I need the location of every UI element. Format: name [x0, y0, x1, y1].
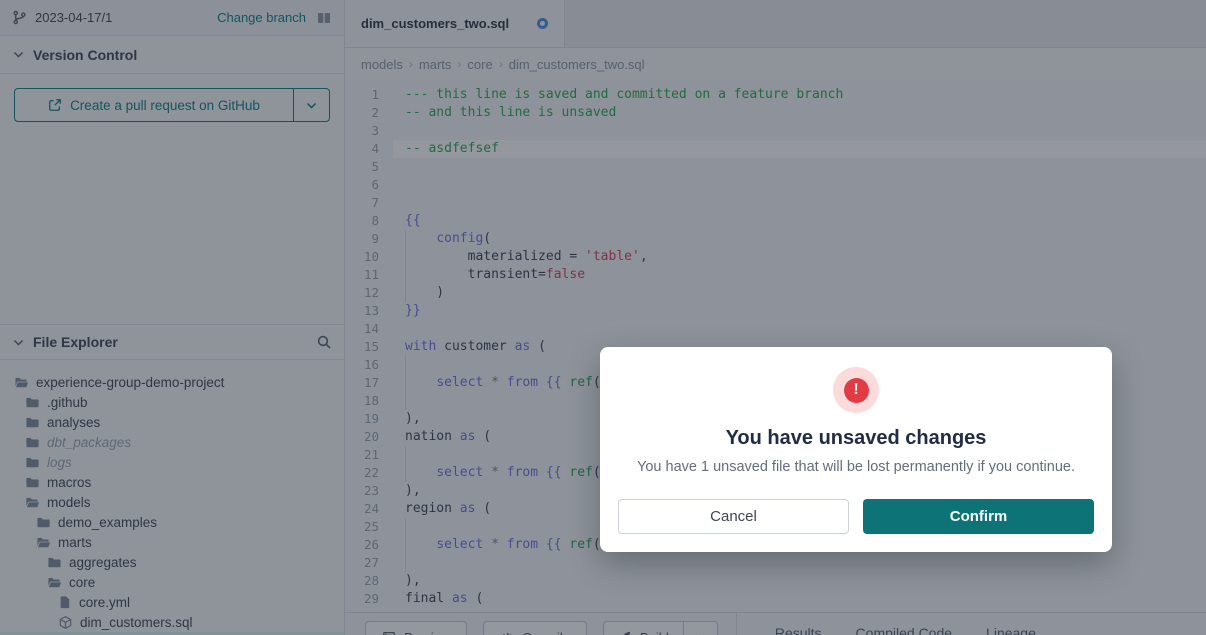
dialog-title: You have unsaved changes [726, 427, 987, 450]
exclamation-icon: ! [844, 378, 869, 403]
confirm-button[interactable]: Confirm [863, 499, 1094, 534]
alert-icon: ! [833, 367, 879, 413]
dialog-body: You have 1 unsaved file that will be los… [637, 459, 1075, 475]
cancel-button[interactable]: Cancel [618, 499, 849, 534]
unsaved-changes-dialog: ! You have unsaved changes You have 1 un… [600, 347, 1112, 552]
